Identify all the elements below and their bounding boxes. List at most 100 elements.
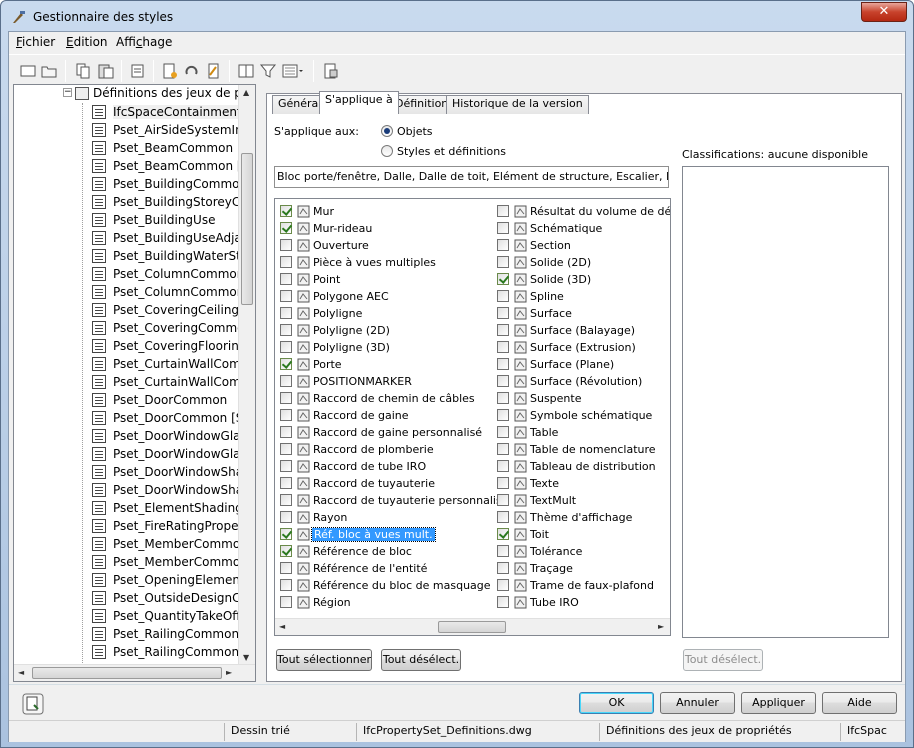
object-type-checkbox[interactable] — [280, 324, 292, 336]
object-type-checkbox[interactable] — [280, 562, 292, 574]
edit-style-icon[interactable] — [183, 62, 201, 80]
tree-root-property-set-definitions[interactable]: − Définitions des jeux de pro — [14, 85, 254, 103]
object-type-checkbox[interactable] — [497, 205, 509, 217]
title-bar[interactable]: Gestionnaire des styles ✕ — [1, 1, 913, 31]
object-type-checkbox[interactable] — [497, 222, 509, 234]
open-drawing-icon[interactable] — [40, 62, 58, 80]
applies-summary-field[interactable]: Bloc porte/fenêtre, Dalle, Dalle de toit… — [274, 166, 669, 188]
set-from-icon[interactable] — [205, 62, 223, 80]
apply-button[interactable]: Appliquer — [741, 692, 816, 714]
tree-item[interactable]: Pset_OutsideDesignCri — [14, 589, 244, 607]
scroll-left-icon[interactable]: ◄ — [18, 668, 24, 677]
tree-item[interactable]: Pset_CurtainWallComr — [14, 355, 244, 373]
object-type-checkbox[interactable] — [497, 392, 509, 404]
paste-icon[interactable] — [97, 62, 115, 80]
tree-item[interactable]: Pset_MemberCommon — [14, 535, 244, 553]
object-type-checkbox[interactable] — [280, 273, 292, 285]
object-type-checkbox[interactable] — [497, 562, 509, 574]
tree-item[interactable]: Pset_CoveringFlooring — [14, 337, 244, 355]
object-type-checkbox[interactable] — [280, 341, 292, 353]
filter-icon[interactable] — [259, 62, 277, 80]
classification-deselect-button[interactable]: Tout désélect. — [683, 649, 763, 671]
tree-vertical-scrollbar[interactable]: ▲ ▼ — [238, 85, 255, 665]
object-type-checkbox[interactable] — [497, 511, 509, 523]
scroll-up-icon[interactable]: ▲ — [243, 88, 249, 97]
scroll-left-icon[interactable]: ◄ — [279, 622, 285, 631]
object-type-checkbox[interactable] — [497, 460, 509, 472]
tree-horizontal-scrollbar[interactable]: ◄ ► — [14, 664, 255, 681]
object-type-checkbox[interactable] — [280, 460, 292, 472]
view-mode-icon[interactable] — [281, 62, 305, 80]
scroll-right-icon[interactable]: ► — [658, 622, 664, 631]
tree-item[interactable]: Pset_DoorCommon — [14, 391, 244, 409]
tree-item[interactable]: Pset_DoorWindowGlaz — [14, 445, 244, 463]
object-type-checkbox[interactable] — [497, 341, 509, 353]
object-type-checkbox[interactable] — [497, 256, 509, 268]
object-type-checkbox[interactable] — [280, 307, 292, 319]
object-type-checkbox[interactable] — [280, 443, 292, 455]
object-type-checkbox[interactable] — [280, 511, 292, 523]
tree-item[interactable]: Pset_AirSideSystemInfo — [14, 121, 244, 139]
object-type-checkbox[interactable] — [280, 426, 292, 438]
object-type-checkbox[interactable] — [280, 358, 292, 370]
tree-item[interactable]: Pset_BuildingCommon — [14, 175, 244, 193]
menu-affichage[interactable]: Affichage — [116, 35, 172, 49]
radio-styles-label[interactable]: Styles et définitions — [397, 145, 506, 158]
synchronize-icon[interactable] — [322, 62, 340, 80]
object-type-checkbox[interactable] — [280, 494, 292, 506]
tree-item[interactable]: Pset_DoorWindowShac — [14, 463, 244, 481]
tree-item[interactable]: Pset_DoorCommon [St — [14, 409, 244, 427]
object-type-checkbox[interactable] — [280, 579, 292, 591]
object-type-checkbox[interactable] — [497, 239, 509, 251]
object-type-checkbox[interactable] — [497, 358, 509, 370]
tree-item[interactable]: Pset_CoveringCommo — [14, 319, 244, 337]
copy-icon[interactable] — [74, 62, 92, 80]
object-type-checkbox[interactable] — [497, 273, 509, 285]
scrollbar-thumb[interactable] — [438, 621, 506, 633]
object-type-checkbox[interactable] — [497, 324, 509, 336]
classifications-list[interactable] — [682, 166, 889, 638]
collapse-icon[interactable]: − — [63, 88, 72, 97]
purge-icon[interactable] — [129, 62, 147, 80]
object-type-checkbox[interactable] — [497, 426, 509, 438]
tree-item[interactable]: Pset_ElementShading — [14, 499, 244, 517]
menu-edition[interactable]: Edition — [66, 35, 108, 49]
new-style-icon[interactable] — [161, 62, 179, 80]
object-type-checkbox[interactable] — [280, 256, 292, 268]
object-type-checkbox[interactable] — [497, 528, 509, 540]
tree-item[interactable]: Pset_DoorWindowGlaz — [14, 427, 244, 445]
tree-item[interactable]: Pset_MemberCommor — [14, 553, 244, 571]
deselect-all-button[interactable]: Tout désélect. — [381, 649, 461, 671]
tree-item[interactable]: Pset_ColumnCommon — [14, 283, 244, 301]
tab-version-history[interactable]: Historique de la version — [446, 95, 589, 114]
object-type-checkbox[interactable] — [280, 409, 292, 421]
tree-item[interactable]: Pset_RailingCommon | — [14, 643, 244, 661]
object-type-checkbox[interactable] — [280, 222, 292, 234]
object-type-checkbox[interactable] — [497, 494, 509, 506]
tree-item[interactable]: Pset_BuildingUse — [14, 211, 244, 229]
pane-splitter[interactable] — [256, 84, 264, 682]
tree-item[interactable]: Pset_FireRatingPropert — [14, 517, 244, 535]
object-type-checkbox[interactable] — [497, 375, 509, 387]
tree-item[interactable]: Pset_RailingCommon — [14, 625, 244, 643]
object-type-checkbox[interactable] — [280, 290, 292, 302]
tree-item[interactable]: Pset_OpeningElementC — [14, 571, 244, 589]
tree-item[interactable]: Pset_BuildingStoreyCo — [14, 193, 244, 211]
new-drawing-icon[interactable] — [19, 62, 37, 80]
object-type-checkbox[interactable] — [280, 545, 292, 557]
scrollbar-thumb[interactable] — [32, 667, 222, 679]
help-button[interactable]: Aide — [822, 692, 897, 714]
close-button[interactable]: ✕ — [861, 2, 907, 22]
tree-item[interactable]: IfcSpaceContainment — [14, 103, 244, 121]
object-type-checkbox[interactable] — [280, 239, 292, 251]
object-type-checkbox[interactable] — [497, 290, 509, 302]
object-type-checkbox[interactable] — [497, 477, 509, 489]
radio-styles-definitions[interactable] — [381, 145, 393, 157]
tree-item[interactable]: Pset_BuildingUseAdjac — [14, 229, 244, 247]
object-type-checkbox[interactable] — [497, 409, 509, 421]
toggle-view-icon[interactable] — [237, 62, 255, 80]
tree-item[interactable]: Pset_QuantityTakeOff — [14, 607, 244, 625]
radio-objects[interactable] — [381, 125, 393, 137]
tree-item[interactable]: Pset_DoorWindowShac — [14, 481, 244, 499]
object-type-checkbox[interactable] — [280, 392, 292, 404]
